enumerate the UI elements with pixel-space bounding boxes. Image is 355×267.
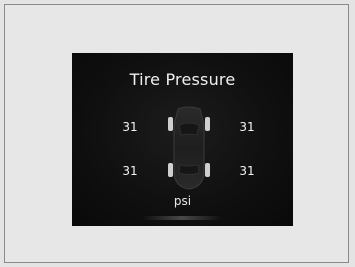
rear-right-pressure: 31 bbox=[239, 164, 255, 178]
front-left-wheel-icon bbox=[168, 117, 173, 131]
front-right-pressure: 31 bbox=[239, 120, 255, 134]
page-frame: Tire Pressure 31 31 31 31 psi bbox=[4, 4, 349, 263]
front-left-pressure: 31 bbox=[122, 120, 138, 134]
rear-left-pressure: 31 bbox=[122, 164, 138, 178]
tire-pressure-display: Tire Pressure 31 31 31 31 psi bbox=[72, 53, 293, 226]
pressure-unit: psi bbox=[173, 194, 192, 208]
car-top-view-icon bbox=[168, 106, 210, 190]
rear-left-wheel-icon bbox=[168, 163, 173, 177]
screen-title: Tire Pressure bbox=[129, 70, 236, 89]
display-bottom-glow bbox=[142, 216, 222, 220]
rear-right-wheel-icon bbox=[205, 163, 210, 177]
front-right-wheel-icon bbox=[205, 117, 210, 131]
